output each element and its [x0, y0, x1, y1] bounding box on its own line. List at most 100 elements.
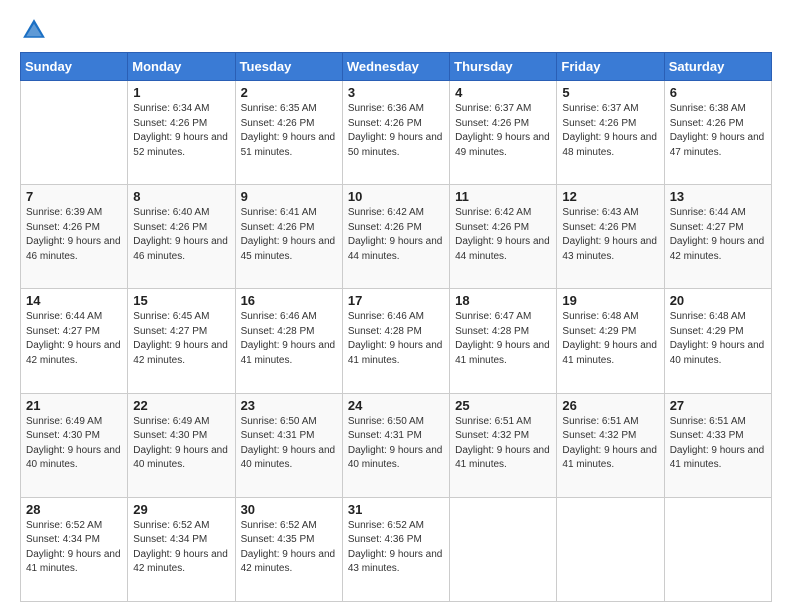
- day-info: Sunrise: 6:51 AMSunset: 4:32 PMDaylight:…: [562, 415, 658, 473]
- day-number: 16: [241, 293, 337, 308]
- day-number: 1: [133, 85, 229, 100]
- calendar-cell: 6Sunrise: 6:38 AMSunset: 4:26 PMDaylight…: [664, 81, 771, 185]
- calendar-cell: 4 Sunrise: 6:37 AMSunset: 4:26 PMDaylight…: [450, 81, 557, 185]
- day-info: Sunrise: 6:52 AMSunset: 4:35 PMDaylight:…: [241, 519, 337, 577]
- day-number: 14: [26, 293, 122, 308]
- day-number: 2: [241, 85, 337, 100]
- day-info: Sunrise: 6:50 AMSunset: 4:31 PMDaylight:…: [348, 415, 444, 473]
- calendar-cell: [664, 497, 771, 601]
- calendar-header-row: SundayMondayTuesdayWednesdayThursdayFrid…: [21, 53, 772, 81]
- day-info: Sunrise: 6:34 AMSunset: 4:26 PMDaylight:…: [133, 102, 229, 160]
- day-number: 27: [670, 398, 766, 413]
- day-info: Sunrise: 6:49 AMSunset: 4:30 PMDaylight:…: [133, 415, 229, 473]
- calendar-week-row: 1 Sunrise: 6:34 AMSunset: 4:26 PMDaylight…: [21, 81, 772, 185]
- calendar-cell: [21, 81, 128, 185]
- calendar-cell: 22 Sunrise: 6:49 AMSunset: 4:30 PMDayligh…: [128, 393, 235, 497]
- day-number: 8: [133, 189, 229, 204]
- calendar-cell: 26 Sunrise: 6:51 AMSunset: 4:32 PMDayligh…: [557, 393, 664, 497]
- day-info: Sunrise: 6:51 AMSunset: 4:32 PMDaylight:…: [455, 415, 551, 473]
- day-info: Sunrise: 6:51 AMSunset: 4:33 PMDaylight:…: [670, 415, 766, 473]
- calendar-day-header: Sunday: [21, 53, 128, 81]
- calendar-cell: 18 Sunrise: 6:47 AMSunset: 4:28 PMDayligh…: [450, 289, 557, 393]
- day-number: 26: [562, 398, 658, 413]
- day-number: 12: [562, 189, 658, 204]
- calendar-cell: 13 Sunrise: 6:44 AMSunset: 4:27 PMDayligh…: [664, 185, 771, 289]
- calendar-cell: 2Sunrise: 6:35 AMSunset: 4:26 PMDaylight…: [235, 81, 342, 185]
- day-number: 19: [562, 293, 658, 308]
- day-info: Sunrise: 6:44 AMSunset: 4:27 PMDaylight:…: [26, 310, 122, 368]
- day-info: Sunrise: 6:42 AMSunset: 4:26 PMDaylight:…: [455, 206, 551, 264]
- day-number: 18: [455, 293, 551, 308]
- calendar-day-header: Friday: [557, 53, 664, 81]
- day-info: Sunrise: 6:50 AMSunset: 4:31 PMDaylight:…: [241, 415, 337, 473]
- day-number: 10: [348, 189, 444, 204]
- calendar-cell: 14 Sunrise: 6:44 AMSunset: 4:27 PMDayligh…: [21, 289, 128, 393]
- day-number: 7: [26, 189, 122, 204]
- calendar-cell: 23 Sunrise: 6:50 AMSunset: 4:31 PMDayligh…: [235, 393, 342, 497]
- day-info: Sunrise: 6:46 AMSunset: 4:28 PMDaylight:…: [241, 310, 337, 368]
- day-info: Sunrise: 6:48 AMSunset: 4:29 PMDaylight:…: [562, 310, 658, 368]
- day-number: 15: [133, 293, 229, 308]
- calendar-cell: 5 Sunrise: 6:37 AMSunset: 4:26 PMDaylight…: [557, 81, 664, 185]
- day-number: 13: [670, 189, 766, 204]
- calendar-cell: 11Sunrise: 6:42 AMSunset: 4:26 PMDayligh…: [450, 185, 557, 289]
- calendar-cell: 12 Sunrise: 6:43 AMSunset: 4:26 PMDayligh…: [557, 185, 664, 289]
- day-number: 4: [455, 85, 551, 100]
- day-info: Sunrise: 6:52 AMSunset: 4:34 PMDaylight:…: [133, 519, 229, 577]
- day-info: Sunrise: 6:42 AMSunset: 4:26 PMDaylight:…: [348, 206, 444, 264]
- calendar-day-header: Saturday: [664, 53, 771, 81]
- calendar-table: SundayMondayTuesdayWednesdayThursdayFrid…: [20, 52, 772, 602]
- calendar-cell: 30 Sunrise: 6:52 AMSunset: 4:35 PMDayligh…: [235, 497, 342, 601]
- calendar-cell: 21Sunrise: 6:49 AMSunset: 4:30 PMDayligh…: [21, 393, 128, 497]
- day-number: 24: [348, 398, 444, 413]
- day-number: 23: [241, 398, 337, 413]
- day-info: Sunrise: 6:37 AMSunset: 4:26 PMDaylight:…: [562, 102, 658, 160]
- day-info: Sunrise: 6:48 AMSunset: 4:29 PMDaylight:…: [670, 310, 766, 368]
- day-number: 30: [241, 502, 337, 517]
- calendar-cell: 19 Sunrise: 6:48 AMSunset: 4:29 PMDayligh…: [557, 289, 664, 393]
- calendar-cell: 25Sunrise: 6:51 AMSunset: 4:32 PMDayligh…: [450, 393, 557, 497]
- day-info: Sunrise: 6:38 AMSunset: 4:26 PMDaylight:…: [670, 102, 766, 160]
- calendar-cell: 10 Sunrise: 6:42 AMSunset: 4:26 PMDayligh…: [342, 185, 449, 289]
- day-number: 5: [562, 85, 658, 100]
- day-number: 9: [241, 189, 337, 204]
- calendar-week-row: 14 Sunrise: 6:44 AMSunset: 4:27 PMDayligh…: [21, 289, 772, 393]
- day-info: Sunrise: 6:44 AMSunset: 4:27 PMDaylight:…: [670, 206, 766, 264]
- header: [20, 16, 772, 44]
- calendar-cell: 3 Sunrise: 6:36 AMSunset: 4:26 PMDaylight…: [342, 81, 449, 185]
- logo-icon: [20, 16, 48, 44]
- calendar-day-header: Monday: [128, 53, 235, 81]
- day-info: Sunrise: 6:52 AMSunset: 4:34 PMDaylight:…: [26, 519, 122, 577]
- calendar-cell: 1 Sunrise: 6:34 AMSunset: 4:26 PMDaylight…: [128, 81, 235, 185]
- day-number: 20: [670, 293, 766, 308]
- calendar-day-header: Wednesday: [342, 53, 449, 81]
- calendar-cell: 15 Sunrise: 6:45 AMSunset: 4:27 PMDayligh…: [128, 289, 235, 393]
- day-number: 3: [348, 85, 444, 100]
- calendar-cell: 28 Sunrise: 6:52 AMSunset: 4:34 PMDayligh…: [21, 497, 128, 601]
- calendar-cell: 29 Sunrise: 6:52 AMSunset: 4:34 PMDayligh…: [128, 497, 235, 601]
- day-number: 28: [26, 502, 122, 517]
- day-number: 31: [348, 502, 444, 517]
- day-number: 29: [133, 502, 229, 517]
- calendar-cell: [557, 497, 664, 601]
- calendar-day-header: Thursday: [450, 53, 557, 81]
- calendar-week-row: 21Sunrise: 6:49 AMSunset: 4:30 PMDayligh…: [21, 393, 772, 497]
- day-info: Sunrise: 6:45 AMSunset: 4:27 PMDaylight:…: [133, 310, 229, 368]
- calendar-cell: 8Sunrise: 6:40 AMSunset: 4:26 PMDaylight…: [128, 185, 235, 289]
- day-info: Sunrise: 6:43 AMSunset: 4:26 PMDaylight:…: [562, 206, 658, 264]
- day-info: Sunrise: 6:37 AMSunset: 4:26 PMDaylight:…: [455, 102, 551, 160]
- calendar-day-header: Tuesday: [235, 53, 342, 81]
- calendar-cell: 16 Sunrise: 6:46 AMSunset: 4:28 PMDayligh…: [235, 289, 342, 393]
- day-number: 22: [133, 398, 229, 413]
- calendar-cell: 17Sunrise: 6:46 AMSunset: 4:28 PMDayligh…: [342, 289, 449, 393]
- calendar-cell: 7Sunrise: 6:39 AMSunset: 4:26 PMDaylight…: [21, 185, 128, 289]
- calendar-cell: 27 Sunrise: 6:51 AMSunset: 4:33 PMDayligh…: [664, 393, 771, 497]
- day-number: 17: [348, 293, 444, 308]
- page: SundayMondayTuesdayWednesdayThursdayFrid…: [0, 0, 792, 612]
- calendar-week-row: 28 Sunrise: 6:52 AMSunset: 4:34 PMDayligh…: [21, 497, 772, 601]
- day-info: Sunrise: 6:36 AMSunset: 4:26 PMDaylight:…: [348, 102, 444, 160]
- calendar-cell: 31Sunrise: 6:52 AMSunset: 4:36 PMDayligh…: [342, 497, 449, 601]
- day-info: Sunrise: 6:47 AMSunset: 4:28 PMDaylight:…: [455, 310, 551, 368]
- calendar-cell: 24 Sunrise: 6:50 AMSunset: 4:31 PMDayligh…: [342, 393, 449, 497]
- calendar-cell: 9Sunrise: 6:41 AMSunset: 4:26 PMDaylight…: [235, 185, 342, 289]
